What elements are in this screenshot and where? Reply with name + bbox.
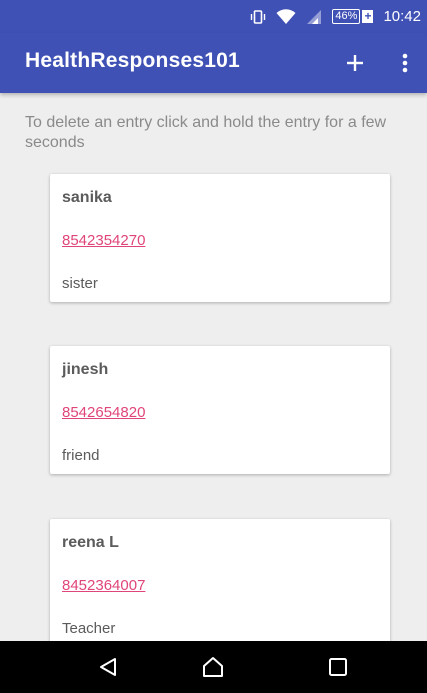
entry-phone-link[interactable]: 8542354270 (62, 232, 145, 249)
entry-card[interactable]: sanika 8542354270 sister (50, 174, 390, 302)
recents-button[interactable] (308, 641, 368, 693)
entry-relation: sister (62, 275, 98, 292)
overflow-menu-button[interactable] (395, 48, 415, 78)
entry-name: sanika (62, 189, 112, 206)
vibrate-icon (250, 9, 266, 25)
entry-phone-link[interactable]: 8452364007 (62, 577, 145, 594)
signal-icon (306, 9, 322, 25)
recents-icon (329, 658, 347, 676)
overflow-menu-icon (402, 53, 408, 73)
entry-phone-link[interactable]: 8542654820 (62, 404, 145, 421)
app-bar: HealthResponses101 (0, 33, 427, 93)
back-button[interactable] (78, 641, 138, 693)
charging-icon: + (362, 9, 374, 23)
home-button[interactable] (183, 641, 243, 693)
battery-level: 46% (332, 9, 361, 24)
back-icon (100, 658, 116, 676)
status-clock: 10:42 (383, 8, 421, 25)
entry-card[interactable]: jinesh 8542654820 friend (50, 346, 390, 474)
home-icon (203, 657, 223, 677)
entry-card[interactable]: reena L 8452364007 Teacher (50, 519, 390, 641)
entry-name: jinesh (62, 361, 109, 378)
add-button[interactable] (340, 48, 370, 78)
entry-relation: Teacher (62, 620, 116, 637)
app-title: HealthResponses101 (25, 49, 240, 72)
entry-relation: friend (62, 447, 100, 464)
navigation-bar (0, 641, 427, 693)
entry-name: reena L (62, 534, 119, 551)
battery-icon: 46% + (332, 9, 374, 24)
wifi-icon (276, 8, 296, 25)
add-icon (347, 55, 363, 71)
entry-list[interactable]: To delete an entry click and hold the en… (0, 93, 427, 641)
status-bar: 46% + 10:42 (0, 0, 427, 33)
delete-hint: To delete an entry click and hold the en… (25, 114, 387, 151)
